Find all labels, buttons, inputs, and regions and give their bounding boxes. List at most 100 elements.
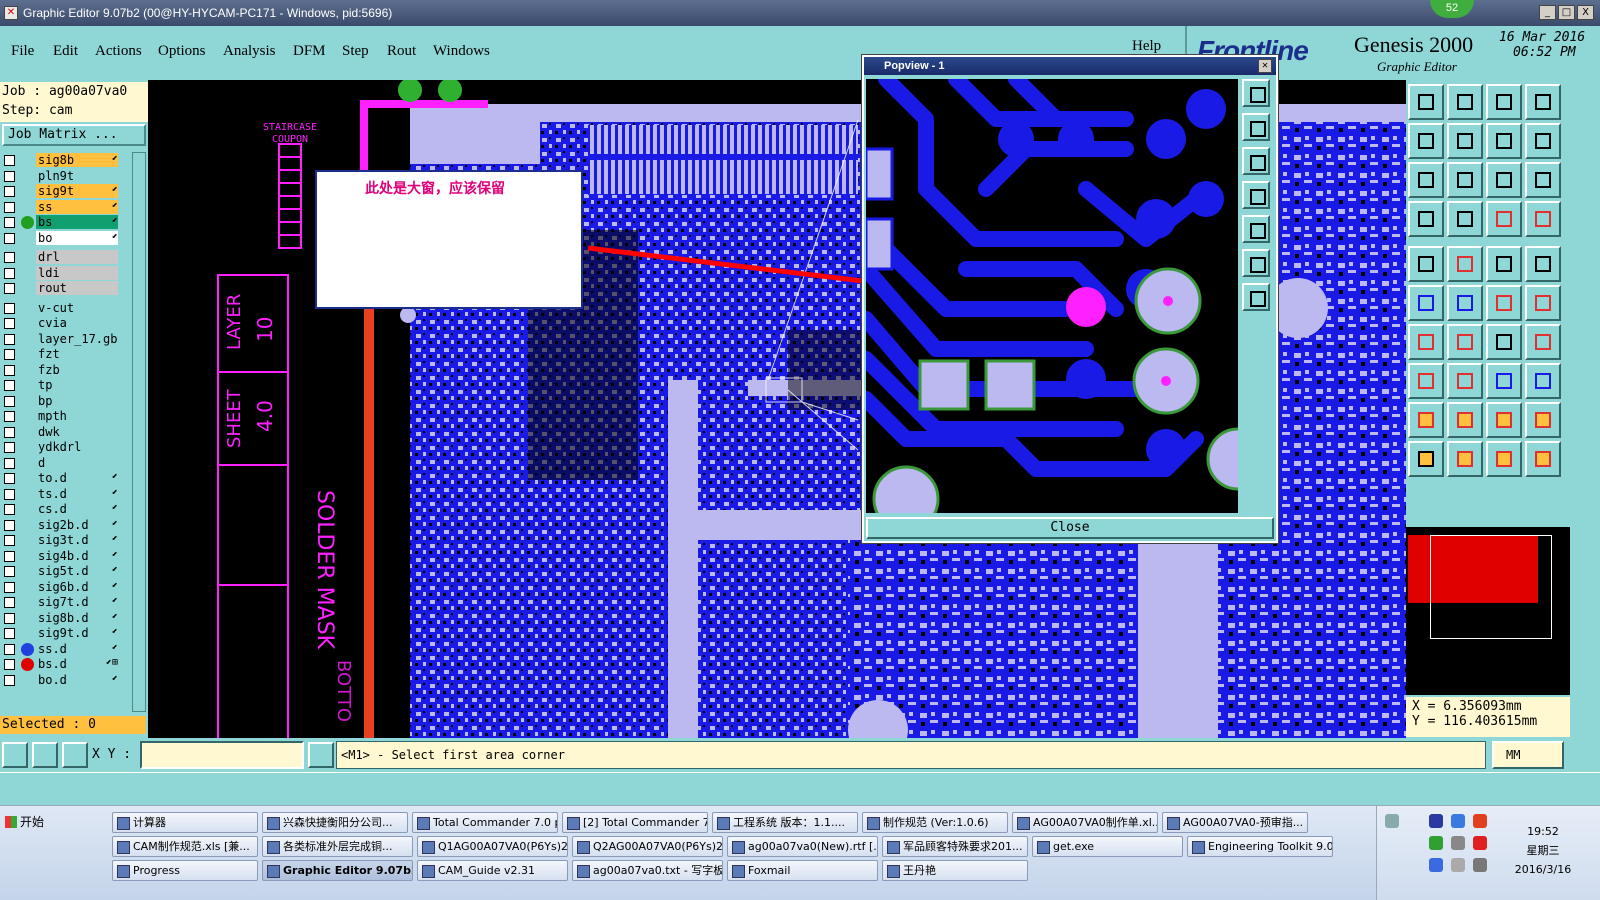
- tool-button-26-icon[interactable]: [1447, 324, 1483, 360]
- tool-button-30-icon[interactable]: [1447, 363, 1483, 399]
- layer-row[interactable]: sig7t.d ⬋: [0, 594, 132, 610]
- layer-name[interactable]: to.d: [36, 471, 118, 485]
- layer-row[interactable]: bp: [0, 393, 132, 409]
- layer-row[interactable]: ldi: [0, 265, 132, 281]
- tool-button-27-icon[interactable]: [1486, 324, 1522, 360]
- taskbar-button[interactable]: Graphic Editor 9.07b2 ...: [262, 860, 413, 881]
- xy-input[interactable]: [140, 741, 304, 769]
- popview-zoom-view[interactable]: [866, 79, 1238, 513]
- layer-name[interactable]: sig3t.d: [36, 533, 118, 547]
- layer-row[interactable]: bo ⬋: [0, 230, 132, 246]
- minimize-button[interactable]: _: [1539, 5, 1556, 20]
- menu-step[interactable]: Step: [342, 43, 369, 60]
- layer-row[interactable]: bs ⬋: [0, 214, 132, 230]
- taskbar-button[interactable]: get.exe: [1032, 836, 1183, 857]
- layer-checkbox[interactable]: [4, 170, 15, 182]
- tool-button-25-icon[interactable]: [1408, 324, 1444, 360]
- layer-row[interactable]: cvia: [0, 315, 132, 331]
- tool-button-7-icon[interactable]: [1486, 123, 1522, 159]
- layer-checkbox[interactable]: [4, 457, 15, 469]
- menu-windows[interactable]: Windows: [433, 43, 490, 60]
- taskbar-button[interactable]: AG00A07VA0-预审指...: [1162, 812, 1308, 833]
- layer-name[interactable]: sig9t.d: [36, 626, 118, 640]
- tool-button-6-icon[interactable]: [1447, 123, 1483, 159]
- popview-tool-5[interactable]: [1242, 215, 1270, 243]
- taskbar-button[interactable]: Q1AG00A07VA0(P6Ys)2...: [417, 836, 568, 857]
- menu-options[interactable]: Options: [158, 43, 206, 60]
- tray-icon-1[interactable]: [1385, 814, 1399, 828]
- tool-button-1-icon[interactable]: [1408, 84, 1444, 120]
- measure-icon[interactable]: [32, 742, 58, 768]
- tool-button-14-icon[interactable]: [1447, 201, 1483, 237]
- tool-button-34-icon[interactable]: [1447, 402, 1483, 438]
- tool-button-29-icon[interactable]: [1408, 363, 1444, 399]
- layer-checkbox[interactable]: [4, 155, 15, 166]
- layer-row[interactable]: to.d ⬋: [0, 470, 132, 486]
- menu-analysis[interactable]: Analysis: [223, 43, 276, 60]
- tool-button-36-icon[interactable]: [1525, 402, 1561, 438]
- layer-row[interactable]: drl: [0, 249, 132, 265]
- layer-row[interactable]: sig9t ⬋: [0, 183, 132, 199]
- tool-button-19-icon[interactable]: [1486, 246, 1522, 282]
- menu-edit[interactable]: Edit: [53, 43, 78, 60]
- layer-checkbox[interactable]: [4, 302, 15, 314]
- layer-checkbox[interactable]: [4, 628, 15, 639]
- layer-name[interactable]: sig8b: [36, 153, 118, 167]
- taskbar-button[interactable]: CAM制作规范.xls [兼...: [112, 836, 258, 857]
- menu-file[interactable]: File: [11, 43, 34, 60]
- layer-row[interactable]: sig4b.d ⬋: [0, 548, 132, 564]
- layer-row[interactable]: sig5t.d ⬋: [0, 563, 132, 579]
- layer-checkbox[interactable]: [4, 380, 15, 391]
- layer-name[interactable]: ss.d: [36, 641, 118, 656]
- popview-tool-4[interactable]: [1242, 181, 1270, 209]
- start-button[interactable]: 开始: [2, 812, 58, 832]
- maximize-button[interactable]: □: [1558, 5, 1575, 20]
- layer-checkbox[interactable]: [4, 488, 15, 500]
- layer-checkbox[interactable]: [4, 217, 15, 228]
- layer-checkbox[interactable]: [4, 504, 15, 515]
- tool-button-35-icon[interactable]: [1486, 402, 1522, 438]
- layer-row[interactable]: fzb: [0, 362, 132, 378]
- layer-name[interactable]: ldi: [36, 265, 118, 280]
- tool-button-32-icon[interactable]: [1525, 363, 1561, 399]
- taskbar-button[interactable]: [2] Total Commander 7....: [562, 812, 708, 833]
- layer-row[interactable]: ss.d ⬋: [0, 641, 132, 657]
- layer-name[interactable]: tp: [36, 378, 118, 392]
- layer-row[interactable]: d: [0, 455, 132, 471]
- layer-row[interactable]: sig8b ⬋: [0, 152, 132, 168]
- taskbar-button[interactable]: 各类标准外层完成铜...: [262, 836, 413, 857]
- taskbar-button[interactable]: Total Commander 7.0 p...: [412, 812, 558, 833]
- layer-checkbox[interactable]: [4, 201, 15, 213]
- layer-name[interactable]: v-cut: [36, 300, 118, 315]
- grid-icon[interactable]: [62, 742, 88, 768]
- taskbar-button[interactable]: ag00a07va0(New).rtf [...: [727, 836, 878, 857]
- layer-row[interactable]: ydkdrl: [0, 439, 132, 455]
- tray-icon-3[interactable]: [1451, 814, 1465, 828]
- taskbar-button[interactable]: 兴森快捷衡阳分公司...: [262, 812, 408, 833]
- layer-checkbox[interactable]: [4, 612, 15, 624]
- layer-checkbox[interactable]: [4, 252, 15, 263]
- layer-name[interactable]: cvia: [36, 316, 118, 330]
- layer-row[interactable]: fzt: [0, 346, 132, 362]
- tool-button-23-icon[interactable]: [1486, 285, 1522, 321]
- layer-row[interactable]: dwk: [0, 424, 132, 440]
- taskbar-button[interactable]: Progress: [112, 860, 258, 881]
- layer-name[interactable]: fzb: [36, 362, 118, 377]
- layer-name[interactable]: rout: [36, 281, 118, 295]
- tray-icon-10[interactable]: [1473, 858, 1487, 872]
- tool-button-18-icon[interactable]: [1447, 246, 1483, 282]
- taskbar-button[interactable]: 计算器: [112, 812, 258, 833]
- tray-icon-6[interactable]: [1451, 836, 1465, 850]
- taskbar-button[interactable]: Engineering Toolkit 9.07...: [1187, 836, 1333, 857]
- layer-checkbox[interactable]: [4, 349, 15, 360]
- layer-name[interactable]: sig4b.d: [36, 548, 118, 563]
- tool-button-17-icon[interactable]: [1408, 246, 1444, 282]
- layer-name[interactable]: layer_17.gbr: [36, 331, 118, 346]
- taskbar-button[interactable]: AG00A07VA0制作单.xl...: [1012, 812, 1158, 833]
- layer-name[interactable]: drl: [36, 250, 118, 264]
- layer-row[interactable]: bs.d ⬋⊞: [0, 656, 132, 672]
- tool-button-3-icon[interactable]: [1486, 84, 1522, 120]
- layer-checkbox[interactable]: [4, 550, 15, 562]
- layer-name[interactable]: bp: [36, 393, 118, 408]
- tool-button-5-icon[interactable]: [1408, 123, 1444, 159]
